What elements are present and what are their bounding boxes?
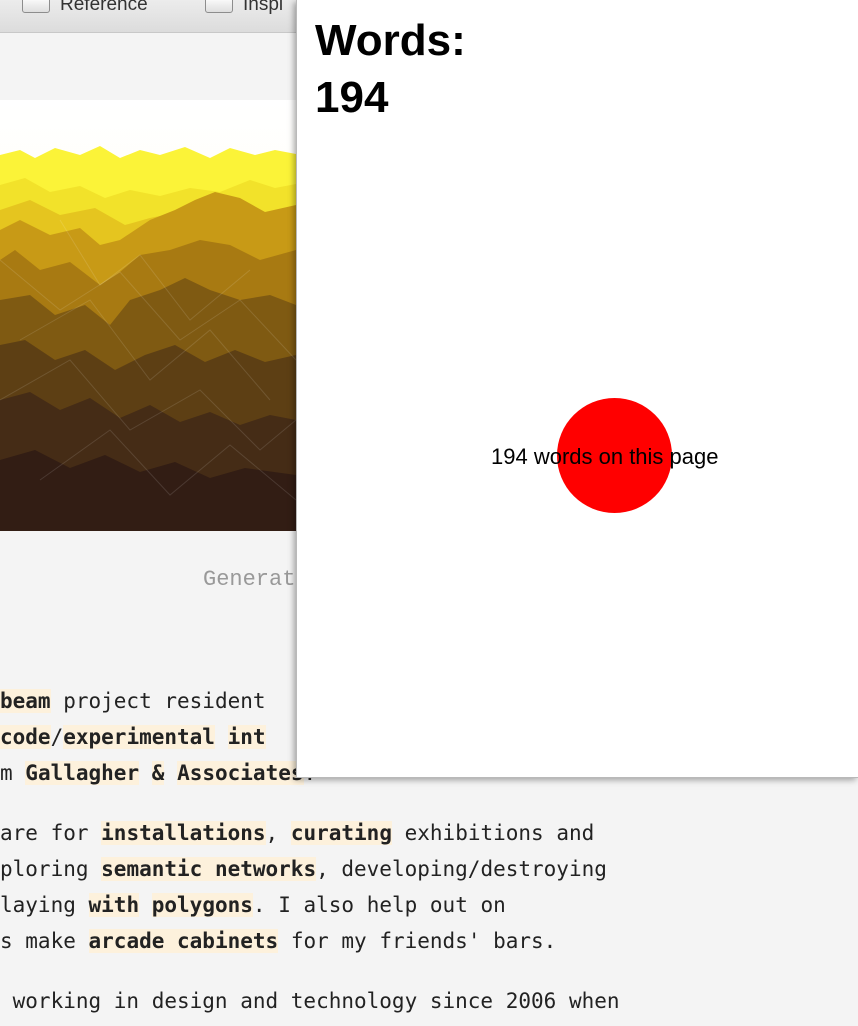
text-run: for my friends' bars. <box>278 929 557 953</box>
text-run: exhibitions and <box>391 821 595 845</box>
text-run <box>139 893 152 917</box>
highlighted-keyword: & <box>151 761 165 785</box>
image-caption: Generat <box>203 567 296 592</box>
text-run: , developing/destroying <box>316 857 607 881</box>
checkbox-icon <box>22 0 50 13</box>
text-run <box>139 761 152 785</box>
text-run: ploring <box>0 857 102 881</box>
words-heading: Words: <box>315 16 466 65</box>
text-run: m <box>0 761 26 785</box>
checkbox-icon <box>205 0 233 13</box>
text-run <box>215 725 228 749</box>
text-run: / <box>50 725 64 749</box>
text-run: s make <box>0 929 89 953</box>
bookmark-reference[interactable]: Reference <box>22 0 148 16</box>
highlighted-keyword: polygons <box>151 893 253 917</box>
text-run: project resident <box>50 689 266 713</box>
highlighted-keyword: semantic networks <box>101 857 317 881</box>
word-count-popup: Words: 194 194 words on this page <box>296 0 858 778</box>
bookmark-label: Inspi <box>243 0 284 15</box>
paragraph-2: are for installations, curating exhibiti… <box>0 815 858 959</box>
highlighted-keyword: code <box>0 725 51 749</box>
highlighted-keyword: Gallagher <box>25 761 140 785</box>
highlighted-keyword: beam <box>0 689 51 713</box>
words-count: 194 <box>315 73 389 122</box>
highlighted-keyword: experimental <box>63 725 215 749</box>
text-line: working in design and technology since 2… <box>0 983 858 1019</box>
text-line: laying with polygons. I also help out on <box>0 887 858 923</box>
text-line: s make arcade cabinets for my friends' b… <box>0 923 858 959</box>
highlighted-keyword: arcade cabinets <box>88 929 279 953</box>
text-run: working in design and technology since 2… <box>0 989 620 1013</box>
word-count-text: 194 words on this page <box>491 444 719 469</box>
highlighted-keyword: curating <box>290 821 392 845</box>
text-line: ploring semantic networks, developing/de… <box>0 851 858 887</box>
highlighted-keyword: with <box>88 893 140 917</box>
highlighted-keyword: installations <box>101 821 266 845</box>
text-run: laying <box>0 893 89 917</box>
bookmark-inspiration[interactable]: Inspi <box>205 0 283 16</box>
bookmark-label: Reference <box>60 0 148 15</box>
text-run: are for <box>0 821 102 845</box>
paragraph-3: working in design and technology since 2… <box>0 983 858 1019</box>
text-line: are for installations, curating exhibiti… <box>0 815 858 851</box>
text-run <box>164 761 177 785</box>
text-run: , <box>265 821 291 845</box>
highlighted-keyword: int <box>227 725 266 749</box>
popup-title: Words: 194 <box>315 12 466 126</box>
generative-mountain-image <box>0 100 296 531</box>
highlighted-keyword: Associates <box>177 761 304 785</box>
text-run: . I also help out on <box>252 893 506 917</box>
